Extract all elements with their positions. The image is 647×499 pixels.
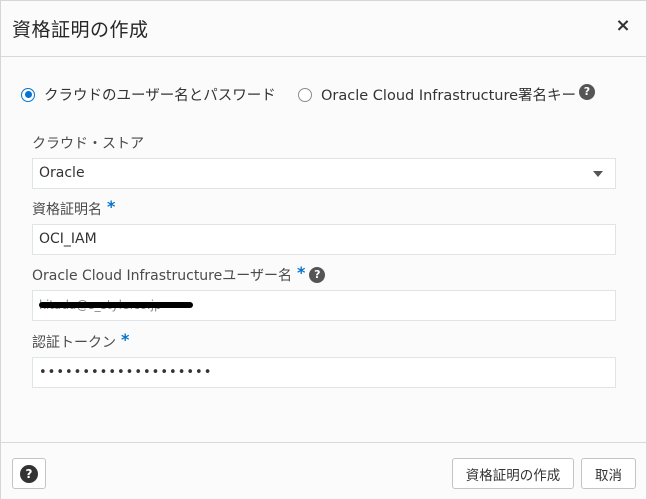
auth-token-value: •••••••••••••••••••• [39, 365, 213, 380]
redaction-bar [39, 302, 193, 308]
radio-selected-icon[interactable] [21, 87, 35, 102]
required-marker: * [296, 262, 306, 282]
cloud-store-label: クラウド・ストア [32, 133, 144, 153]
dialog-title: 資格証明の作成 [12, 19, 149, 41]
credential-name-input[interactable]: OCI_IAM [32, 224, 616, 255]
username-label: Oracle Cloud Infrastructureユーザー名 * ? [32, 262, 326, 285]
credential-name-label-text: 資格証明名 [32, 202, 102, 218]
radio-label: クラウドのユーザー名とパスワード [44, 88, 276, 104]
credential-name-label: 資格証明名 * [32, 196, 116, 219]
footer-help-button[interactable]: ? [12, 458, 46, 489]
dialog-header: 資格証明の作成 × [1, 1, 646, 57]
cancel-button[interactable]: 取消 [581, 458, 636, 489]
credential-name-value: OCI_IAM [39, 231, 97, 247]
required-marker: * [121, 329, 130, 349]
help-icon[interactable]: ? [579, 84, 595, 100]
auth-token-input[interactable]: •••••••••••••••••••• [32, 357, 616, 388]
auth-token-label: 認証トークン * [32, 329, 130, 352]
required-marker: * [107, 196, 116, 216]
username-input[interactable]: kitada@s_style.co.jp [32, 290, 616, 321]
chevron-down-icon[interactable] [593, 171, 603, 177]
dialog-footer: ? 資格証明の作成 取消 [1, 442, 646, 499]
create-credential-button[interactable]: 資格証明の作成 [452, 458, 574, 489]
cloud-store-value: Oracle [39, 165, 85, 181]
auth-token-label-text: 認証トークン [32, 335, 116, 351]
cloud-store-label-text: クラウド・ストア [32, 136, 144, 152]
create-credential-dialog: 資格証明の作成 × クラウドのユーザー名とパスワード Oracle Cloud … [0, 0, 647, 499]
radio-unselected-icon[interactable] [298, 87, 312, 102]
radio-cloud-user-password[interactable]: クラウドのユーザー名とパスワード [21, 84, 276, 105]
help-icon: ? [20, 464, 38, 483]
radio-oci-signing-key[interactable]: Oracle Cloud Infrastructure署名キー [298, 84, 576, 105]
username-label-text: Oracle Cloud Infrastructureユーザー名 [32, 268, 292, 284]
help-icon[interactable]: ? [309, 267, 326, 283]
cloud-store-select[interactable]: Oracle [32, 158, 616, 189]
radio-label: Oracle Cloud Infrastructure署名キー [321, 88, 577, 104]
close-icon[interactable]: × [612, 15, 634, 37]
